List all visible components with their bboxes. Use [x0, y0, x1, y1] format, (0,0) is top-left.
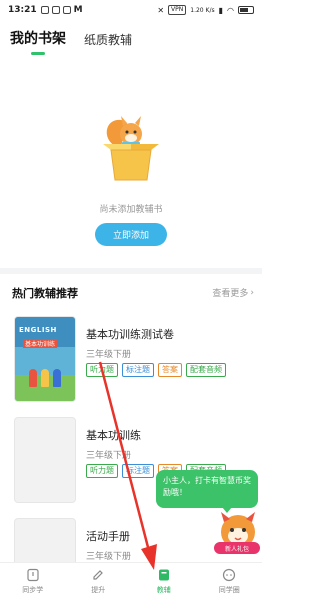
tag-annotation: 标注题 — [122, 464, 154, 478]
pencil-icon — [93, 570, 104, 580]
book-cover-placeholder — [14, 417, 76, 503]
book-grade: 三年级下册 — [86, 552, 132, 562]
notification-icons: M — [40, 5, 83, 15]
squirrel-box-icon — [103, 116, 159, 181]
book-item[interactable]: ENGLISH 基本功训练 基本功训练测试卷 三年级下册 听力题 标注题 答案 … — [14, 316, 262, 402]
cloud-notification-icon — [62, 6, 71, 14]
section-divider — [0, 268, 262, 274]
tag-listening: 听力题 — [86, 363, 118, 377]
book-title: 活动手册 — [86, 530, 130, 543]
nav-materials[interactable]: 教辅 — [131, 563, 197, 605]
nav-label: 同学圈 — [218, 586, 240, 594]
nav-label: 同步学 — [22, 586, 44, 594]
book-icon — [158, 569, 169, 581]
bottom-nav: 同步学 提升 教辅 同学圈 — [0, 562, 262, 605]
tag-annotation: 标注题 — [122, 363, 154, 377]
header-tabs: 我的书架 纸质教辅 — [10, 28, 132, 55]
battery-icon — [238, 6, 254, 14]
tab-paper-materials[interactable]: 纸质教辅 — [84, 31, 132, 48]
tab-label: 纸质教辅 — [84, 33, 133, 47]
cover-subtitle: 基本功训练 — [23, 339, 58, 348]
active-tab-indicator — [31, 52, 45, 55]
book-tags: 听力题 标注题 答案 配套音频 — [86, 363, 226, 377]
mute-icon: ✕ — [157, 5, 165, 15]
sync-learn-icon — [27, 568, 39, 582]
new-user-gift-label[interactable]: 新人礼包 — [214, 542, 260, 554]
tag-audio: 配套音频 — [186, 363, 226, 377]
mail-notification-icon: M — [73, 5, 83, 15]
nav-label: 教辅 — [156, 586, 171, 594]
book-cover: ENGLISH 基本功训练 — [14, 316, 76, 402]
system-icons: ✕ VPN 1.20 K/s ▮ ◠ — [157, 5, 254, 15]
nav-classmates[interactable]: 同学圈 — [197, 563, 263, 605]
image-notification-icon — [51, 6, 60, 14]
book-title: 基本功训练测试卷 — [86, 328, 174, 341]
wifi-icon: ◠ — [227, 5, 234, 15]
status-bar: 13:21 M ✕ VPN 1.20 K/s ▮ ◠ — [0, 0, 262, 20]
empty-bookshelf-text: 尚未添加教辅书 — [99, 205, 163, 215]
see-more-link[interactable]: 查看更多 › — [212, 286, 254, 300]
add-now-button[interactable]: 立即添加 — [95, 223, 167, 246]
book-cover-placeholder — [14, 518, 76, 562]
chevron-right-icon: › — [250, 287, 254, 298]
nav-sync-learn[interactable]: 同步学 — [0, 563, 66, 605]
network-speed: 1.20 K/s — [190, 6, 215, 14]
nav-improve[interactable]: 提升 — [66, 563, 132, 605]
book-grade: 三年级下册 — [86, 451, 132, 461]
tag-listening: 听力题 — [86, 464, 118, 478]
tab-my-bookshelf[interactable]: 我的书架 — [10, 28, 66, 55]
chat-icon — [223, 568, 236, 582]
app-notification-icon — [40, 6, 49, 14]
cover-title: ENGLISH — [19, 326, 57, 334]
section-title: 热门教辅推荐 — [12, 287, 78, 300]
nav-label: 提升 — [91, 586, 106, 594]
signal-icon: ▮ — [218, 5, 224, 15]
book-grade: 三年级下册 — [86, 350, 132, 360]
tag-answers: 答案 — [158, 363, 182, 377]
see-more-label: 查看更多 — [212, 289, 249, 299]
empty-bookshelf: 尚未添加教辅书 立即添加 — [0, 108, 262, 246]
checkin-reward-bubble[interactable]: 小主人，打卡有智慧币奖励哦！ — [156, 470, 258, 513]
book-title: 基本功训练 — [86, 429, 141, 442]
vpn-icon: VPN — [168, 5, 187, 15]
tab-label: 我的书架 — [10, 31, 66, 47]
clock: 13:21 — [8, 5, 37, 15]
